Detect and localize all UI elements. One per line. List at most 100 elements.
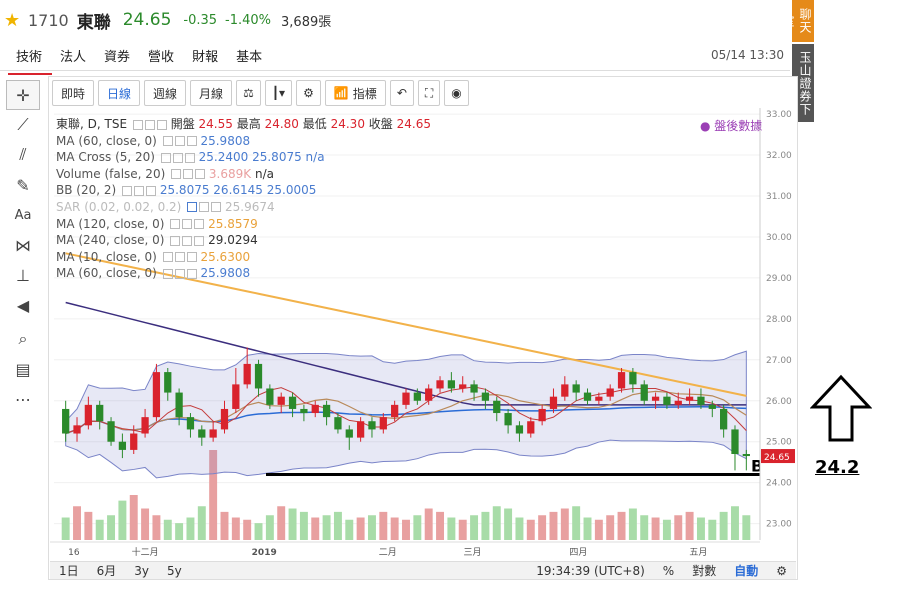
- gear-icon[interactable]: [162, 136, 173, 147]
- eye-icon[interactable]: [172, 152, 183, 163]
- trendline-icon[interactable]: ⟋: [6, 110, 40, 140]
- pitchfork-icon[interactable]: ⫽: [6, 140, 40, 170]
- volume-bar: [197, 506, 206, 540]
- close-icon[interactable]: [211, 202, 222, 213]
- close-icon[interactable]: [195, 169, 206, 180]
- candle-body: [175, 392, 183, 418]
- favorite-star-icon[interactable]: ★: [4, 10, 24, 31]
- app-root: { "header": { "code": "1710", "name": "東…: [0, 0, 900, 600]
- gear-icon[interactable]: [170, 235, 181, 246]
- auto-scale[interactable]: 自動: [725, 562, 767, 579]
- axis-settings-icon[interactable]: ⚙: [767, 564, 796, 578]
- eye-icon[interactable]: [174, 252, 185, 263]
- close-icon[interactable]: [186, 268, 197, 279]
- price-tick-label: 29.00: [766, 274, 792, 284]
- log-scale[interactable]: 對數: [683, 562, 725, 579]
- volume-bar: [356, 517, 365, 540]
- interval-daily[interactable]: 日線: [98, 80, 141, 106]
- candle-body: [425, 388, 433, 401]
- legend-row-ohlc: 東聯, D, TSE 開盤 24.55 最高 24.80 最低 24.30 收盤…: [56, 116, 431, 133]
- range-1d[interactable]: 1日: [50, 562, 88, 579]
- volume-bar: [277, 506, 286, 540]
- candle-body: [561, 384, 569, 397]
- up-arrow-annotation: [810, 374, 872, 442]
- ma120-label: MA (120, close, 0): [56, 216, 165, 231]
- close-icon[interactable]: [184, 152, 195, 163]
- legend-settings-icon[interactable]: [132, 119, 143, 130]
- legend-row-macross: MA Cross (5, 20) 25.2400 25.8075 n/a: [56, 149, 431, 166]
- undo-icon[interactable]: ↶: [389, 80, 414, 106]
- close-icon[interactable]: [186, 252, 197, 263]
- volume-bar: [61, 517, 70, 540]
- candle-body: [300, 408, 308, 414]
- legend-close-icon[interactable]: [156, 119, 167, 130]
- eye-icon[interactable]: [134, 185, 145, 196]
- camera-icon[interactable]: ◉: [444, 80, 469, 106]
- volume-bar: [572, 506, 581, 540]
- candle-body: [107, 421, 115, 442]
- close-icon[interactable]: [186, 136, 197, 147]
- volume-bar: [84, 511, 93, 540]
- volume-bar: [708, 519, 717, 540]
- bb-mid: 25.8075: [159, 183, 210, 198]
- price-tick-label: 24.00: [766, 479, 792, 489]
- range-3y[interactable]: 3y: [125, 564, 158, 578]
- close-icon[interactable]: [194, 235, 205, 246]
- legend-row-ma60b: MA (60, close, 0) 25.9808: [56, 265, 431, 282]
- interval-weekly[interactable]: 週線: [144, 80, 187, 106]
- more-icon[interactable]: ⋯: [6, 384, 40, 414]
- gear-icon[interactable]: [171, 169, 182, 180]
- gear-icon[interactable]: [160, 152, 171, 163]
- pattern-icon[interactable]: ⋈: [6, 230, 40, 260]
- time-tick-label: 四月: [569, 547, 587, 558]
- chatroom-tab[interactable]: 聊天室: [781, 0, 814, 42]
- clock: 19:34:39 (UTC+8): [536, 563, 645, 578]
- volume-bar: [583, 517, 592, 540]
- volume-bar: [458, 519, 467, 540]
- gear-icon[interactable]: [122, 185, 133, 196]
- time-tick-label: 十二月: [132, 546, 159, 558]
- eye-icon[interactable]: [174, 136, 185, 147]
- range-6m[interactable]: 6月: [88, 562, 126, 579]
- candlestick-type-icon[interactable]: ┃▾: [264, 80, 293, 106]
- volume-bar: [402, 519, 410, 540]
- nav-divider: [0, 70, 790, 71]
- gear-icon[interactable]: [170, 219, 181, 230]
- candle-body: [436, 380, 444, 389]
- close-icon[interactable]: [194, 219, 205, 230]
- candle-body: [470, 384, 478, 393]
- bb-label: BB (20, 2): [56, 183, 117, 198]
- last-price-tag-text: 24.65: [764, 453, 790, 463]
- candle-body: [538, 408, 546, 422]
- volume-bar: [674, 515, 683, 540]
- settings-gear-icon[interactable]: ⚙: [296, 80, 321, 106]
- gear-icon[interactable]: [162, 252, 173, 263]
- crosshair-icon[interactable]: ✛: [6, 80, 40, 110]
- eye-icon[interactable]: [182, 235, 193, 246]
- gear-icon[interactable]: [187, 202, 198, 213]
- interval-monthly[interactable]: 月線: [190, 80, 233, 106]
- indicators-button[interactable]: 📶 指標: [324, 80, 386, 106]
- brush-icon[interactable]: ✎: [6, 170, 40, 200]
- zoom-icon[interactable]: ⌕: [6, 324, 40, 354]
- text-tool-icon[interactable]: Aa: [6, 200, 40, 230]
- close-icon[interactable]: [146, 185, 157, 196]
- fullscreen-icon[interactable]: ⛶: [417, 80, 441, 106]
- eye-icon[interactable]: [174, 268, 185, 279]
- measure-icon[interactable]: ⊥: [6, 260, 40, 290]
- volume-bar: [152, 515, 161, 540]
- symbol-title: 東聯, D, TSE: [56, 117, 128, 131]
- after-hours-toggle[interactable]: ● 盤後數據: [700, 117, 762, 134]
- eye-icon[interactable]: [199, 202, 210, 213]
- gear-icon[interactable]: [162, 268, 173, 279]
- close-value: 24.65: [396, 117, 431, 131]
- interval-realtime[interactable]: 即時: [52, 80, 95, 106]
- range-5y[interactable]: 5y: [158, 564, 191, 578]
- compare-icon[interactable]: ⚖: [236, 80, 261, 106]
- legend-hide-icon[interactable]: [144, 119, 155, 130]
- ruler-icon[interactable]: ▤: [6, 354, 40, 384]
- percent-scale[interactable]: %: [654, 564, 683, 578]
- eye-icon[interactable]: [183, 169, 194, 180]
- eye-icon[interactable]: [182, 219, 193, 230]
- arrow-left-icon[interactable]: ◀: [6, 290, 40, 320]
